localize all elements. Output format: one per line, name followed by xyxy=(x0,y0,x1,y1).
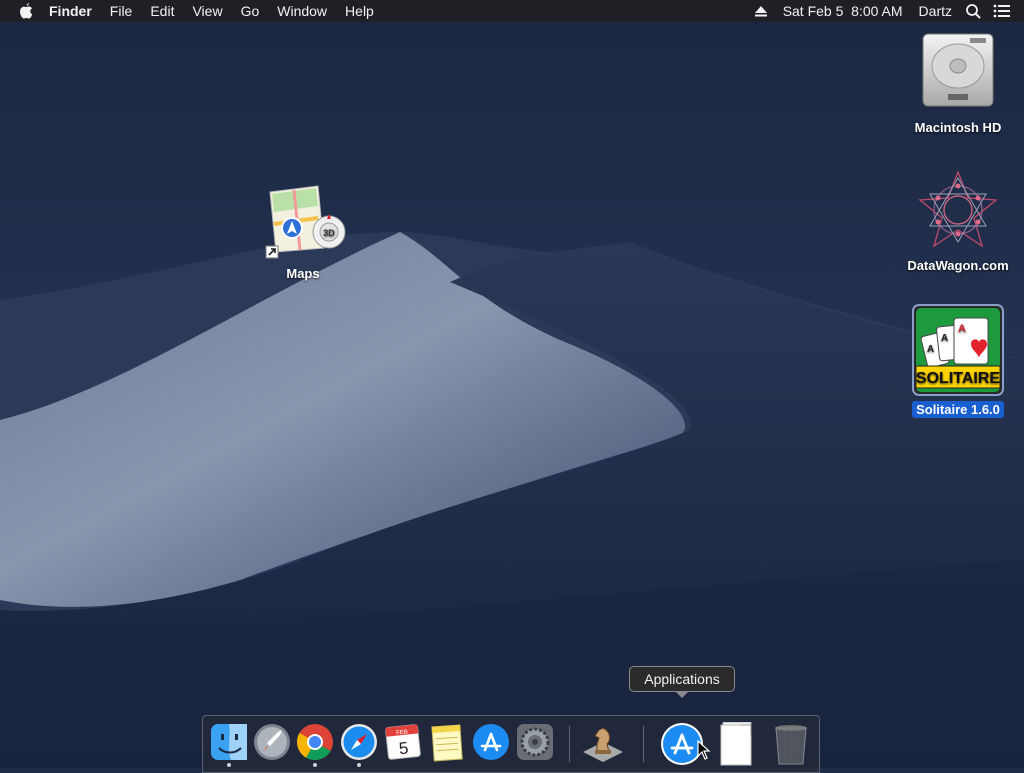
dock-item-launchpad[interactable] xyxy=(252,722,292,762)
solitaire-badge-text: SOLITAIRE xyxy=(916,370,1000,387)
desktop-icon-label: Maps xyxy=(286,266,320,281)
desktop-icon-maps[interactable]: 3D Maps xyxy=(253,184,353,282)
solitaire-icon: A A A SOLITAIRE xyxy=(912,304,1004,396)
user-menu[interactable]: Dartz xyxy=(911,0,960,22)
desktop-icon-label: Macintosh HD xyxy=(914,120,1002,135)
launchpad-icon xyxy=(254,724,290,760)
dock-separator xyxy=(643,726,644,762)
document-stack-icon xyxy=(720,721,752,766)
spotlight-search-icon[interactable] xyxy=(960,0,988,22)
running-indicator xyxy=(357,763,361,767)
dock-item-system-preferences[interactable] xyxy=(515,722,555,762)
dock-item-safari[interactable] xyxy=(339,722,379,767)
menu-view[interactable]: View xyxy=(183,0,231,22)
menu-file[interactable]: File xyxy=(101,0,142,22)
dock-item-chrome[interactable] xyxy=(295,722,335,767)
calendar-day: 5 xyxy=(398,739,409,759)
desktop-icon-datawagon[interactable]: DataWagon.com xyxy=(898,168,1018,274)
svg-text:A: A xyxy=(927,344,934,355)
chess-knight-icon xyxy=(583,727,623,762)
svg-text:A: A xyxy=(941,333,948,344)
menu-bar: Finder File Edit View Go Window Help Sat… xyxy=(0,0,1024,22)
running-indicator xyxy=(313,763,317,767)
safari-compass-icon xyxy=(341,724,377,760)
dock-item-chess[interactable] xyxy=(581,722,623,762)
menu-help[interactable]: Help xyxy=(336,0,383,22)
desktop-icon-label: Solitaire 1.6.0 xyxy=(912,401,1004,418)
calendar-month: FEB xyxy=(396,729,408,736)
calendar-icon: FEB 5 xyxy=(385,724,421,760)
maps-alias-icon: 3D xyxy=(265,185,346,259)
menu-go[interactable]: Go xyxy=(232,0,269,22)
dock-item-calendar[interactable]: FEB 5 xyxy=(383,722,423,762)
app-store-icon xyxy=(473,724,509,760)
menu-app-name[interactable]: Finder xyxy=(40,0,101,22)
dock-item-notes[interactable] xyxy=(427,722,467,762)
trash-icon xyxy=(775,725,807,765)
desktop-icon-macintosh-hd[interactable]: Macintosh HD xyxy=(898,30,1018,136)
menu-window[interactable]: Window xyxy=(268,0,336,22)
dock-item-applications[interactable] xyxy=(660,722,703,765)
notes-icon xyxy=(431,724,463,762)
running-indicator xyxy=(227,763,231,767)
dock-item-app-store[interactable] xyxy=(471,722,511,762)
notification-center-icon[interactable] xyxy=(988,0,1016,22)
maps-badge-text: 3D xyxy=(323,228,335,238)
menu-edit[interactable]: Edit xyxy=(141,0,183,22)
dock-item-documents[interactable] xyxy=(717,721,757,766)
mouse-cursor-icon xyxy=(697,740,711,760)
desktop-wallpaper xyxy=(0,0,1024,768)
hard-drive-icon xyxy=(922,33,994,107)
dock-item-finder[interactable] xyxy=(209,722,249,767)
chrome-icon xyxy=(296,724,333,761)
clock[interactable]: Sat Feb 5 8:00 AM xyxy=(775,0,911,22)
datawagon-icon xyxy=(918,170,998,248)
dock-separator xyxy=(569,726,570,762)
finder-icon xyxy=(211,724,247,760)
apple-icon[interactable] xyxy=(18,2,34,20)
desktop-icon-solitaire[interactable]: A A A SOLITAIRE Solitaire 1.6.0 xyxy=(898,304,1018,418)
gear-icon xyxy=(517,724,553,760)
eject-icon[interactable] xyxy=(747,0,775,22)
dock-tooltip: Applications xyxy=(629,666,735,698)
dock: FEB 5 xyxy=(202,715,820,773)
dock-item-trash[interactable] xyxy=(771,722,811,765)
status-area: Sat Feb 5 8:00 AM Dartz xyxy=(747,0,1024,22)
svg-text:A: A xyxy=(958,323,966,335)
desktop-icon-label: DataWagon.com xyxy=(907,258,1009,273)
